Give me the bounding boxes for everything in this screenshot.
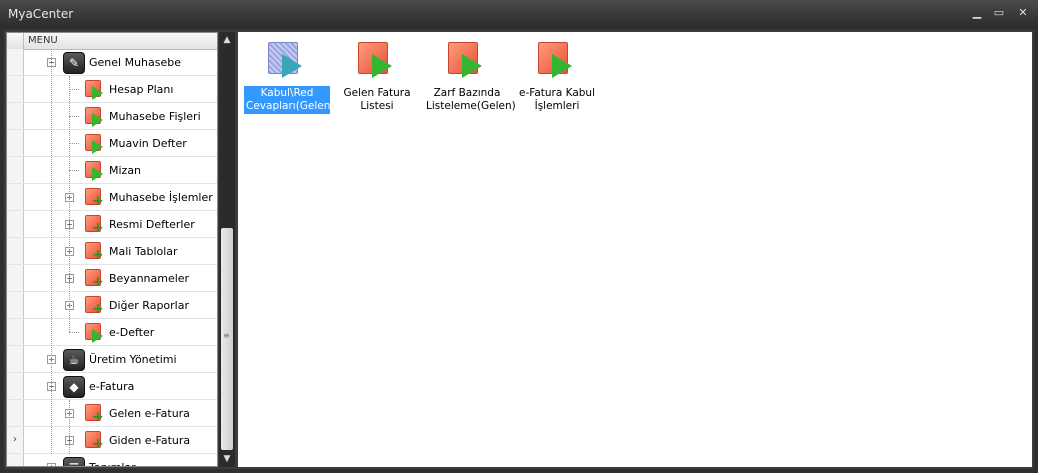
tree-row[interactable]: + + Gelen e-Fatura <box>7 400 217 427</box>
expand-icon[interactable]: + <box>47 463 56 466</box>
run-report-icon <box>83 322 103 343</box>
run-report-icon <box>448 42 486 82</box>
folder-add-icon: + <box>83 241 104 262</box>
tree-item-label: Giden e-Fatura <box>109 434 191 447</box>
tile-label: e-Fatura Kabul İşlemleri <box>519 87 595 112</box>
tree-row[interactable]: + + Muhasebe İşlemler <box>7 184 217 211</box>
tree-row[interactable]: Muavin Defter <box>7 130 217 157</box>
run-report-icon <box>83 106 103 127</box>
run-report-icon <box>83 133 103 154</box>
tree-item-label: Diğer Raporlar <box>109 299 189 312</box>
tree-connector <box>69 116 79 117</box>
tree-connector <box>69 89 79 90</box>
tree-item-label: e-Defter <box>109 326 155 339</box>
app-window: MyaCenter ▁ ▭ ✕ MENU − ✎ Genel Muhasebe Hes… <box>0 0 1038 473</box>
tile-4[interactable]: e-Fatura Kabul İşlemleri <box>514 42 600 114</box>
tree-item-label: Mizan <box>109 164 142 177</box>
tree-row[interactable]: + + Resmi Defterler <box>7 211 217 238</box>
scroll-down-button[interactable]: ▼ <box>219 451 235 467</box>
tree-scrollbar[interactable]: ▲ ≡ ▼ <box>219 32 235 467</box>
current-row-indicator-icon: › <box>13 434 17 445</box>
tree-item-label: Üretim Yönetimi <box>89 353 177 366</box>
inbox-response-icon <box>268 42 306 82</box>
tree-item-label: Resmi Defterler <box>109 218 195 231</box>
run-report-icon <box>358 42 396 82</box>
tile-1[interactable]: Kabul\Red Cevapları(Gelen) <box>244 42 335 114</box>
tree-item-label: Gelen e-Fatura <box>109 407 190 420</box>
folder-add-icon: + <box>83 295 104 316</box>
tile-3[interactable]: Zarf Bazında Listeleme(Gelen) <box>424 42 516 114</box>
scroll-up-button[interactable]: ▲ <box>219 32 235 48</box>
client-area: MENU − ✎ Genel Muhasebe Hesap Planı Muhasebe… <box>4 30 1034 469</box>
tile-2[interactable]: Gelen Fatura Listesi <box>334 42 420 114</box>
folder-add-icon: + <box>83 403 104 424</box>
folder-add-icon: + <box>83 430 104 451</box>
tree-row[interactable]: + ☰ Tanımlar <box>7 454 217 466</box>
tree-row[interactable]: + + Mali Tablolar <box>7 238 217 265</box>
tree-row[interactable]: + + Beyannameler <box>7 265 217 292</box>
tree-row[interactable]: e-Defter <box>7 319 217 346</box>
folder-add-icon: + <box>83 214 104 235</box>
run-report-icon <box>83 160 103 181</box>
main-panel: Kabul\Red Cevapları(Gelen) Gelen Fatura L… <box>238 32 1032 467</box>
tree-row[interactable]: + + Diğer Raporlar <box>7 292 217 319</box>
tree-row[interactable]: + ☕ Üretim Yönetimi <box>7 346 217 373</box>
tree-row[interactable]: › + + Giden e-Fatura <box>7 427 217 454</box>
tile-label: Kabul\Red Cevapları(Gelen) <box>244 86 335 114</box>
tree-item-label: Mali Tablolar <box>109 245 178 258</box>
tree-connector <box>69 143 79 144</box>
tree-row[interactable]: − ◆ e-Fatura <box>7 373 217 400</box>
scroll-thumb[interactable]: ≡ <box>221 228 233 450</box>
maximize-button[interactable]: ▭ <box>992 6 1006 20</box>
tree-connector <box>51 49 52 454</box>
close-button[interactable]: ✕ <box>1016 6 1030 20</box>
list-icon: ☰ <box>63 457 85 466</box>
e-invoice-icon: ◆ <box>63 376 85 398</box>
grip-icon: ≡ <box>223 331 230 340</box>
tree-connector <box>69 400 70 454</box>
run-report-icon <box>538 42 576 82</box>
tree-connector <box>69 332 79 333</box>
coffee-cup-icon: ☕ <box>63 349 85 371</box>
tree-connector <box>69 76 70 332</box>
run-report-icon <box>83 79 103 100</box>
minimize-button[interactable]: ▁ <box>970 6 984 20</box>
tree-item-label: Genel Muhasebe <box>89 56 182 69</box>
tree-row[interactable]: Mizan <box>7 157 217 184</box>
tree-header: MENU <box>7 33 217 50</box>
folder-add-icon: + <box>83 187 104 208</box>
tree-item-label: Tanımlar <box>89 461 136 466</box>
tree-row[interactable]: Muhasebe Fişleri <box>7 103 217 130</box>
tree-row[interactable]: Hesap Planı <box>7 76 217 103</box>
tree-item-label: Muavin Defter <box>109 137 187 150</box>
pen-doc-icon: ✎ <box>63 52 85 74</box>
menu-tree[interactable]: MENU − ✎ Genel Muhasebe Hesap Planı Muhasebe… <box>6 32 218 467</box>
tree-connector <box>69 170 79 171</box>
tree-row[interactable]: − ✎ Genel Muhasebe <box>7 49 217 76</box>
tree-item-label: Beyannameler <box>109 272 190 285</box>
tile-label: Zarf Bazında Listeleme(Gelen) <box>426 87 516 112</box>
tile-label: Gelen Fatura Listesi <box>343 87 411 112</box>
folder-add-icon: + <box>83 268 104 289</box>
tree-item-label: Muhasebe Fişleri <box>109 110 201 123</box>
tree-header-label: MENU <box>23 33 58 49</box>
tree-item-label: Hesap Planı <box>109 83 174 96</box>
tree-item-label: Muhasebe İşlemler <box>109 191 213 204</box>
title-bar[interactable]: MyaCenter ▁ ▭ ✕ <box>0 0 1038 28</box>
window-title: MyaCenter <box>8 7 74 21</box>
tree-item-label: e-Fatura <box>89 380 135 393</box>
